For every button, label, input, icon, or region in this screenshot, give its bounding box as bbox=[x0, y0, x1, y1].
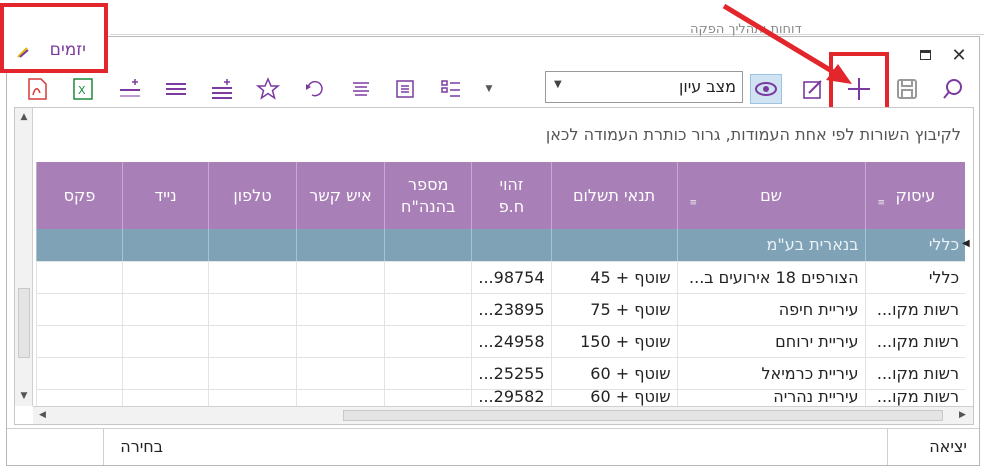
sort-icon: ≡ bbox=[689, 198, 698, 208]
table-row[interactable]: רשות מקו... עיריית כרמיאל שוטף + 60 2525… bbox=[36, 357, 966, 390]
save-icon bbox=[897, 79, 917, 99]
cell-name: הצורפים 18 אירועים ב... bbox=[676, 261, 866, 294]
maximize-button[interactable] bbox=[914, 44, 936, 66]
window-title: יזמים bbox=[49, 40, 86, 60]
search-button[interactable] bbox=[938, 74, 968, 104]
lines-icon bbox=[166, 83, 186, 95]
cell-occupation: כללי bbox=[864, 261, 966, 294]
pdf-icon bbox=[28, 78, 47, 100]
favorite-button[interactable] bbox=[253, 74, 283, 104]
indent-button[interactable] bbox=[390, 74, 420, 104]
align-icon bbox=[353, 82, 369, 96]
cell-payment: שוטף + 60 bbox=[550, 357, 678, 390]
cell-payment: שוטף + 150 bbox=[550, 325, 678, 358]
cell-payment: שוטף + 75 bbox=[550, 293, 678, 326]
cell-name: עיריית כרמיאל bbox=[676, 357, 866, 390]
edit-button[interactable] bbox=[798, 74, 828, 104]
view-mode-button[interactable] bbox=[750, 74, 782, 104]
cell-id: 24958... bbox=[471, 325, 552, 358]
column-header-company-id[interactable]: זהוי ח.פ bbox=[471, 162, 552, 229]
cell-occupation: רשות מקו... bbox=[864, 357, 966, 390]
maximize-icon bbox=[919, 50, 931, 60]
column-header-contact[interactable]: איש קשר bbox=[296, 162, 385, 229]
group-row[interactable]: כללי בנארית בע"מ bbox=[36, 229, 966, 262]
close-icon: ✕ bbox=[951, 44, 967, 66]
dropdown-icon: ▼ bbox=[485, 84, 493, 94]
table-row[interactable]: רשות מקו... עיריית חיפה שוטף + 75 23895.… bbox=[36, 293, 966, 326]
column-header-accounting-number[interactable]: מספר בהנה"ח bbox=[383, 162, 472, 229]
status-bar: בחירה יציאה bbox=[7, 428, 981, 465]
scroll-up-icon[interactable]: ▲ bbox=[18, 111, 30, 123]
scroll-left-icon[interactable]: ◀ bbox=[39, 410, 46, 420]
add-row-button[interactable] bbox=[207, 74, 237, 104]
group-by-hint: לקיבוץ השורות לפי אחת העמודות, גרור כותר… bbox=[545, 125, 961, 144]
insert-line-button[interactable] bbox=[115, 74, 145, 104]
vertical-scroll-thumb[interactable] bbox=[18, 288, 30, 358]
cell-id: 98754... bbox=[471, 261, 552, 294]
edit-icon bbox=[803, 80, 822, 99]
lines-button[interactable] bbox=[161, 74, 191, 104]
column-header-occupation[interactable]: עיסוק ≡ bbox=[864, 162, 966, 229]
indent-icon bbox=[396, 80, 414, 98]
cell-id: 23895... bbox=[471, 293, 552, 326]
cell-payment: שוטף + 45 bbox=[550, 261, 678, 294]
export-pdf-button[interactable] bbox=[22, 74, 52, 104]
checklist-button[interactable] bbox=[436, 74, 466, 104]
vertical-scrollbar[interactable]: ▲ ▼ bbox=[15, 108, 33, 406]
checklist-icon bbox=[441, 80, 460, 97]
align-button[interactable] bbox=[345, 74, 375, 104]
excel-icon: X bbox=[73, 78, 93, 100]
cell-id: 25255... bbox=[471, 357, 552, 390]
cell-occupation: כללי bbox=[864, 229, 966, 262]
svg-text:X: X bbox=[78, 84, 86, 97]
row-indicator-icon: ◀ bbox=[962, 238, 970, 249]
cell-occupation: רשות מקו... bbox=[864, 325, 966, 358]
sort-icon: ≡ bbox=[877, 198, 886, 208]
table-row[interactable]: כללי הצורפים 18 אירועים ב... שוטף + 45 9… bbox=[36, 261, 966, 294]
save-button[interactable] bbox=[892, 74, 922, 104]
undo-favorite-button[interactable] bbox=[299, 74, 329, 104]
insert-line-icon bbox=[120, 79, 140, 97]
more-dropdown-button[interactable]: ▼ bbox=[480, 74, 498, 104]
column-header-fax[interactable]: פקס bbox=[36, 162, 123, 229]
column-header-payment-terms[interactable]: תנאי תשלום bbox=[550, 162, 678, 229]
exit-button[interactable]: יציאה bbox=[887, 429, 981, 465]
close-button[interactable]: ✕ bbox=[948, 44, 970, 66]
export-excel-button[interactable]: X bbox=[68, 74, 98, 104]
undo-star-icon bbox=[306, 80, 323, 97]
data-grid: עיסוק ≡ שם ≡ תנאי תשלום זהוי ח.פ מספר בהנה… bbox=[36, 162, 966, 422]
eye-icon bbox=[755, 82, 777, 96]
scroll-right-icon[interactable]: ▶ bbox=[959, 410, 966, 420]
chevron-down-icon: ▼ bbox=[554, 79, 562, 90]
scroll-down-icon[interactable]: ▼ bbox=[18, 390, 30, 402]
search-icon bbox=[943, 79, 962, 99]
pencil-icon bbox=[17, 47, 29, 58]
cell-name: בנארית בע"מ bbox=[676, 229, 866, 262]
column-header-name[interactable]: שם ≡ bbox=[676, 162, 866, 229]
star-icon bbox=[256, 77, 280, 100]
cell-name: עיריית חיפה bbox=[676, 293, 866, 326]
horizontal-scroll-thumb[interactable] bbox=[343, 410, 943, 421]
cell-occupation: רשות מקו... bbox=[864, 293, 966, 326]
table-row[interactable]: רשות מקו... עיריית ירוחם שוטף + 150 2495… bbox=[36, 325, 966, 358]
add-row-icon bbox=[212, 79, 232, 99]
view-mode-value: מצב עיון bbox=[678, 77, 736, 96]
horizontal-scrollbar[interactable]: ◀ ▶ bbox=[33, 406, 973, 424]
window-title-tab[interactable]: יזמים bbox=[0, 3, 108, 73]
choose-button[interactable]: בחירה bbox=[103, 429, 203, 465]
column-header-mobile[interactable]: נייד bbox=[122, 162, 209, 229]
column-header-phone[interactable]: טלפון bbox=[208, 162, 297, 229]
cell-name: עיריית ירוחם bbox=[676, 325, 866, 358]
view-mode-select[interactable]: מצב עיון ▼ bbox=[545, 71, 743, 103]
